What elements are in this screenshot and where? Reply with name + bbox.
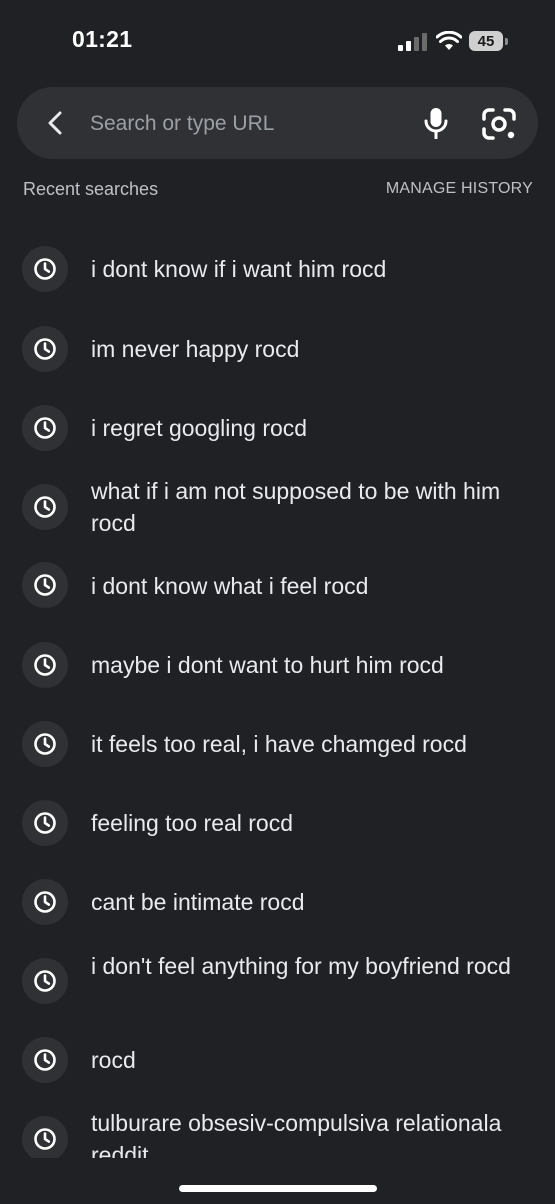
history-item-text: what if i am not supposed to be with him… — [91, 478, 501, 536]
history-item-text: i dont know what i feel rocd — [91, 573, 369, 599]
clock-icon — [22, 562, 68, 608]
clock-icon — [22, 721, 68, 767]
history-item-text: rocd — [91, 1047, 136, 1073]
history-item-text: cant be intimate rocd — [91, 889, 305, 915]
history-item-text: i dont know if i want him rocd — [91, 256, 387, 282]
history-item-text: im never happy rocd — [91, 336, 300, 362]
clock-icon — [22, 246, 68, 292]
history-item-text: it feels too real, i have chamged rocd — [91, 731, 467, 757]
history-list: i dont know if i want him rocd im never h… — [0, 0, 555, 1158]
clock-icon — [22, 800, 68, 846]
home-indicator[interactable] — [179, 1185, 377, 1192]
clock-icon — [22, 405, 68, 451]
clock-icon — [22, 642, 68, 688]
history-item-text: i regret googling rocd — [91, 415, 308, 441]
clock-icon — [22, 1037, 68, 1083]
clock-icon — [22, 958, 68, 1004]
clock-icon — [22, 879, 68, 925]
clock-icon — [22, 1116, 68, 1158]
history-item-text: tulburare obsesiv-compulsiva relationala… — [91, 1110, 502, 1158]
history-item-text: feeling too real rocd — [91, 810, 294, 836]
clock-icon — [22, 484, 68, 530]
clock-icon — [22, 326, 68, 372]
history-item-text: i don't feel anything for my boyfriend r… — [91, 953, 511, 979]
history-item-text: maybe i dont want to hurt him rocd — [91, 652, 444, 678]
